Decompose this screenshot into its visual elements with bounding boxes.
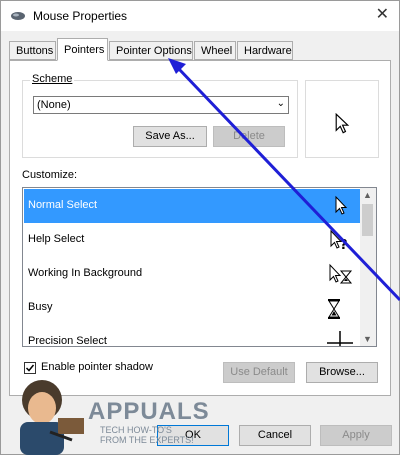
mouse-icon [11, 12, 25, 20]
list-item-label: Precision Select [28, 335, 107, 347]
scheme-selected-value: (None) [37, 99, 71, 111]
cursor-preview [305, 80, 379, 158]
delete-button[interactable]: Delete [213, 126, 285, 147]
tab-wheel[interactable]: Wheel [194, 41, 236, 60]
close-icon[interactable]: ✕ [376, 7, 389, 23]
apply-button[interactable]: Apply [320, 425, 392, 446]
scroll-up-icon[interactable]: ▲ [363, 190, 372, 200]
scheme-label-text: Scheme [32, 73, 73, 85]
save-as-button[interactable]: Save As... [133, 126, 207, 147]
list-item-label: Busy [28, 301, 53, 313]
scroll-down-icon[interactable]: ▼ [363, 334, 372, 344]
watermark-tagline: TECH HOW-TO'S FROM THE EXPERTS! [100, 425, 194, 445]
scheme-dropdown[interactable]: (None) ⌄ [33, 96, 289, 114]
hourglass-icon [328, 299, 340, 319]
scrollbar-thumb[interactable] [362, 204, 373, 236]
scheme-label: Scheme [30, 73, 75, 85]
title-bar: Mouse Properties ✕ [1, 1, 399, 31]
cursor-list[interactable]: Normal Select Help Select ? Working In B… [22, 187, 377, 347]
scheme-group: Scheme (None) ⌄ Save As... Delete [22, 73, 298, 158]
customize-label: Customize: [22, 169, 78, 181]
list-item-label: Help Select [28, 233, 85, 245]
list-item-label: Normal Select [28, 199, 98, 211]
cancel-button[interactable]: Cancel [239, 425, 311, 446]
list-item-label: Working In Background [28, 267, 143, 279]
pointers-panel: Scheme (None) ⌄ Save As... Delete Custom… [9, 60, 391, 396]
chevron-down-icon: ⌄ [276, 98, 285, 109]
list-item-working-in-background[interactable]: Working In Background [24, 257, 363, 291]
watermark-brand: APPUALS [88, 398, 210, 425]
list-item-precision-select[interactable]: Precision Select [24, 325, 363, 347]
use-default-button[interactable]: Use Default [223, 362, 295, 383]
list-item-help-select[interactable]: Help Select ? [24, 223, 363, 257]
help-cursor-icon: ? [330, 229, 348, 253]
arrow-cursor-icon [335, 113, 350, 134]
list-scrollbar[interactable]: ▲ ▼ [360, 188, 376, 346]
list-item-busy[interactable]: Busy [24, 291, 363, 325]
tab-pointer-options[interactable]: Pointer Options [109, 41, 193, 60]
list-item-normal-select[interactable]: Normal Select [24, 189, 363, 223]
browse-button[interactable]: Browse... [306, 362, 378, 383]
svg-text:?: ? [340, 238, 348, 253]
window-title: Mouse Properties [33, 9, 128, 23]
working-cursor-icon [329, 263, 353, 284]
tab-pointers[interactable]: Pointers [57, 38, 108, 61]
crosshair-icon [327, 331, 353, 346]
arrow-cursor-icon [335, 195, 348, 215]
tab-hardware[interactable]: Hardware [237, 41, 293, 60]
tab-buttons[interactable]: Buttons [9, 41, 56, 60]
